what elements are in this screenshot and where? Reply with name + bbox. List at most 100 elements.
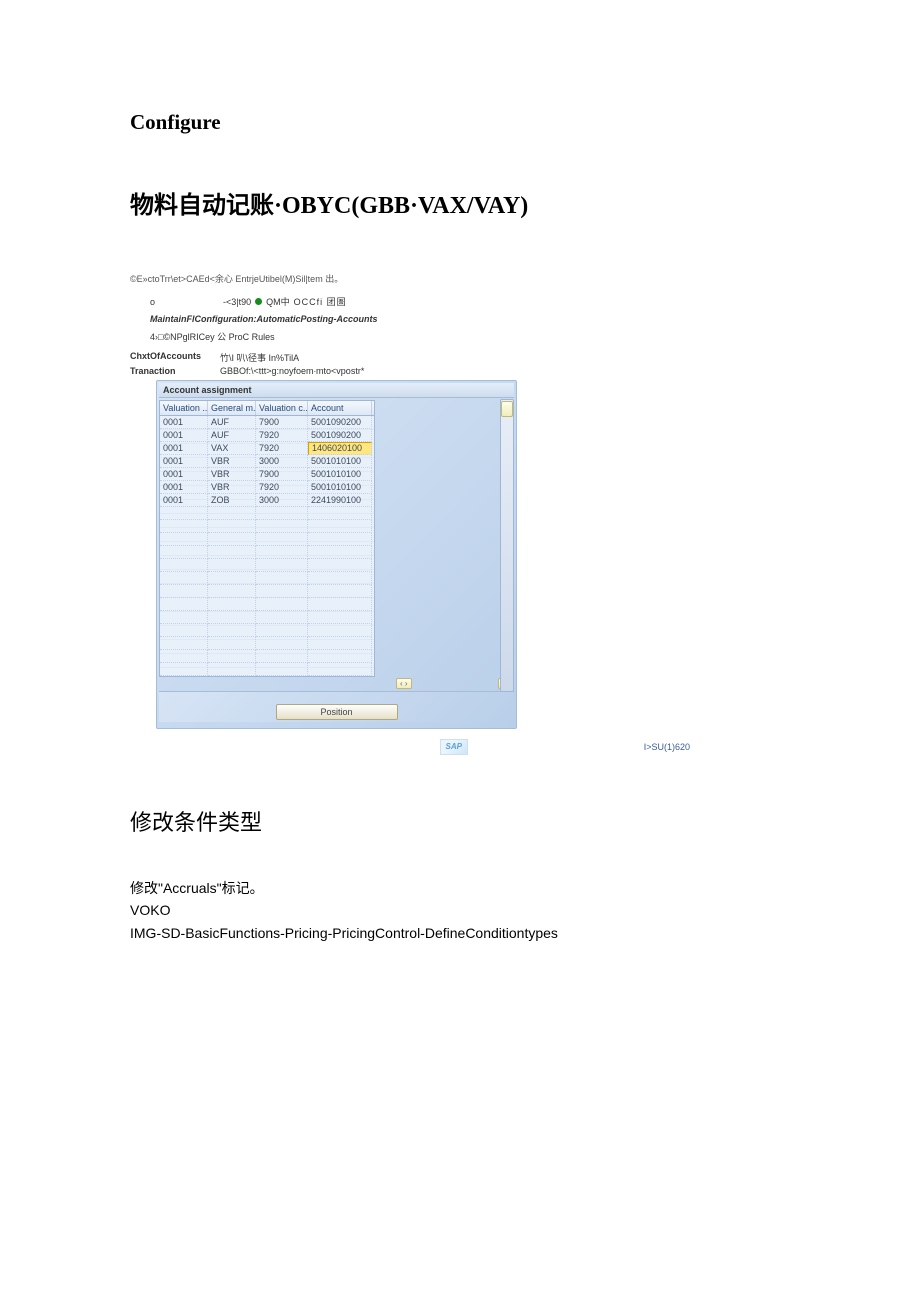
table-row[interactable] [160,650,374,663]
grid-cell[interactable] [160,546,208,559]
table-row[interactable]: 0001VBR79205001010100 [160,481,374,494]
grid-cell[interactable] [308,650,372,663]
grid-cell[interactable] [308,611,372,624]
grid-cell[interactable] [208,533,256,546]
grid-cell[interactable]: 5001010100 [308,468,372,481]
grid-cell[interactable] [208,624,256,637]
grid-cell[interactable] [256,520,308,533]
grid-cell[interactable]: 7920 [256,429,308,442]
grid-cell[interactable]: 0001 [160,442,208,455]
sap-sub-toolbar[interactable]: 4›□©NPglRICey 公 ProC Rules [150,330,690,343]
table-row[interactable]: 0001AUF79205001090200 [160,429,374,442]
position-button[interactable]: Position [276,704,398,720]
col-valuation[interactable]: Valuation ... [160,401,208,415]
grid-cell[interactable] [208,637,256,650]
grid-cell[interactable] [308,624,372,637]
grid-cell[interactable] [208,572,256,585]
table-row[interactable]: 0001VAX79201406020100 [160,442,374,455]
sap-menu-bar[interactable]: ©E»ctoTrr\et>CAEd<余心 EntrjeUtibel(M)Sil|… [130,270,690,291]
grid-cell[interactable] [308,533,372,546]
grid-cell[interactable]: VBR [208,481,256,494]
grid-cell[interactable] [160,559,208,572]
grid-cell[interactable] [160,572,208,585]
grid-cell[interactable] [208,507,256,520]
table-row[interactable]: 0001VBR30005001010100 [160,455,374,468]
grid-body[interactable]: 0001AUF790050010902000001AUF792050010902… [160,416,374,676]
grid-cell[interactable]: 7900 [256,468,308,481]
grid-cell[interactable]: 0001 [160,416,208,429]
sap-toolbar[interactable]: o -<3|t90 QM中 OCCfi 团圄 [150,295,690,308]
horiz-scroll-left[interactable]: ‹ › [396,678,412,689]
table-row[interactable]: 0001VBR79005001010100 [160,468,374,481]
grid-cell[interactable]: 3000 [256,494,308,507]
grid-cell[interactable]: 0001 [160,481,208,494]
grid-cell[interactable]: 7900 [256,416,308,429]
table-row[interactable] [160,507,374,520]
grid-cell[interactable]: 7920 [256,442,308,455]
grid-cell[interactable] [256,585,308,598]
grid-cell[interactable]: VBR [208,455,256,468]
table-row[interactable] [160,611,374,624]
grid-cell[interactable]: 0001 [160,455,208,468]
grid-cell[interactable]: 0001 [160,494,208,507]
table-row[interactable] [160,572,374,585]
table-row[interactable] [160,637,374,650]
grid-cell[interactable] [208,598,256,611]
grid-cell[interactable] [256,637,308,650]
grid-cell[interactable] [256,611,308,624]
grid-cell[interactable]: 0001 [160,468,208,481]
table-row[interactable] [160,546,374,559]
account-grid[interactable]: Valuation ... General m... Valuation c..… [159,400,375,677]
grid-cell[interactable] [160,507,208,520]
table-row[interactable] [160,663,374,676]
grid-cell[interactable] [308,520,372,533]
grid-cell[interactable] [256,507,308,520]
grid-cell[interactable]: 2241990100 [308,494,372,507]
grid-cell[interactable] [208,520,256,533]
grid-cell[interactable]: 1406020100 [308,442,372,455]
table-row[interactable] [160,585,374,598]
grid-cell[interactable] [308,663,372,676]
grid-cell[interactable] [160,611,208,624]
grid-cell[interactable] [208,559,256,572]
grid-cell[interactable] [308,559,372,572]
grid-cell[interactable] [308,598,372,611]
grid-cell[interactable] [308,507,372,520]
table-row[interactable] [160,624,374,637]
table-row[interactable] [160,598,374,611]
grid-cell[interactable]: 3000 [256,455,308,468]
grid-cell[interactable]: 0001 [160,429,208,442]
grid-cell[interactable] [256,572,308,585]
grid-cell[interactable] [160,624,208,637]
grid-cell[interactable] [160,598,208,611]
grid-cell[interactable] [308,546,372,559]
grid-cell[interactable] [256,624,308,637]
grid-cell[interactable] [256,546,308,559]
col-account[interactable]: Account [308,401,372,415]
grid-cell[interactable] [160,650,208,663]
grid-cell[interactable] [256,533,308,546]
col-general-mod[interactable]: General m... [208,401,256,415]
grid-cell[interactable]: 7920 [256,481,308,494]
grid-cell[interactable] [256,663,308,676]
grid-cell[interactable] [256,598,308,611]
table-row[interactable] [160,520,374,533]
table-row[interactable]: 0001AUF79005001090200 [160,416,374,429]
grid-cell[interactable] [308,585,372,598]
grid-cell[interactable]: VAX [208,442,256,455]
table-row[interactable]: 0001ZOB30002241990100 [160,494,374,507]
grid-cell[interactable]: 5001010100 [308,455,372,468]
grid-cell[interactable] [208,546,256,559]
table-row[interactable] [160,559,374,572]
grid-cell[interactable] [160,533,208,546]
grid-cell[interactable]: 5001010100 [308,481,372,494]
grid-cell[interactable] [208,650,256,663]
scrollbar-thumb[interactable] [501,401,513,417]
grid-cell[interactable]: AUF [208,416,256,429]
grid-cell[interactable] [160,520,208,533]
grid-cell[interactable]: AUF [208,429,256,442]
grid-cell[interactable] [160,663,208,676]
grid-cell[interactable] [308,572,372,585]
grid-cell[interactable] [208,611,256,624]
grid-cell[interactable] [208,663,256,676]
